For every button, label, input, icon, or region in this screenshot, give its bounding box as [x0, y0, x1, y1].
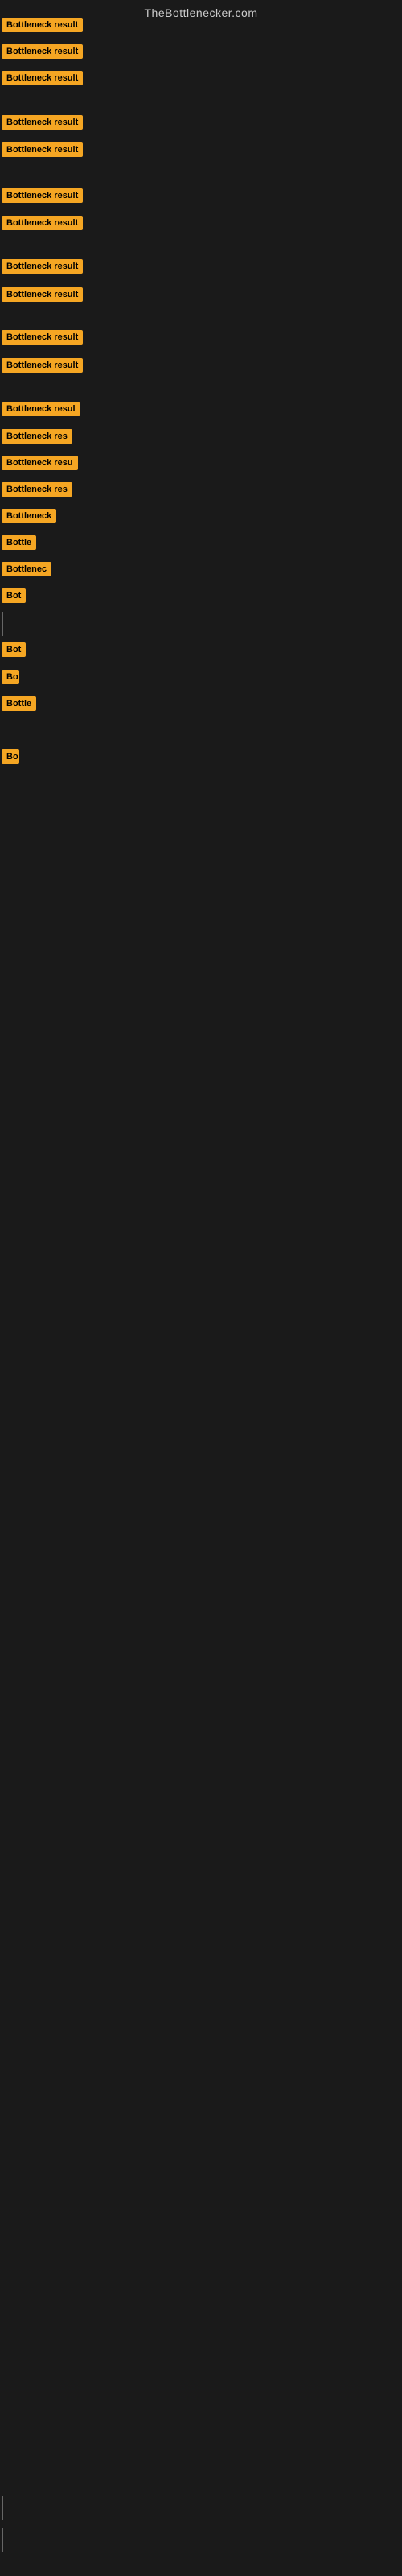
- bottleneck-badge: Bottleneck res: [2, 429, 72, 444]
- vertical-line: [2, 2528, 3, 2552]
- bottleneck-badge: Bottle: [2, 535, 36, 550]
- bottleneck-badge: Bottleneck resu: [2, 456, 78, 470]
- bottleneck-badge: Bottleneck result: [2, 142, 83, 157]
- bottleneck-badge: Bo: [2, 749, 19, 764]
- bottleneck-badge: Bottleneck result: [2, 44, 83, 59]
- bottleneck-badge: Bo: [2, 670, 19, 684]
- vertical-line: [2, 2496, 3, 2520]
- bottleneck-badge: Bottleneck result: [2, 71, 83, 85]
- bottleneck-badge: Bottleneck resul: [2, 402, 80, 416]
- bottleneck-badge: Bottlenec: [2, 562, 51, 576]
- bottleneck-badge: Bottleneck result: [2, 216, 83, 230]
- bottleneck-badge: Bottleneck result: [2, 287, 83, 302]
- bottleneck-badge: Bottleneck res: [2, 482, 72, 497]
- bottleneck-badge: Bottleneck result: [2, 330, 83, 345]
- bottleneck-badge: Bottleneck result: [2, 259, 83, 274]
- bottleneck-badge: Bottle: [2, 696, 36, 711]
- bottleneck-badge: Bot: [2, 642, 26, 657]
- bottleneck-badge: Bot: [2, 588, 26, 603]
- bottleneck-badge: Bottleneck: [2, 509, 56, 523]
- bottleneck-badge: Bottleneck result: [2, 358, 83, 373]
- bottleneck-badge: Bottleneck result: [2, 18, 83, 32]
- vertical-line: [2, 612, 3, 636]
- bottleneck-badge: Bottleneck result: [2, 115, 83, 130]
- bottleneck-badge: Bottleneck result: [2, 188, 83, 203]
